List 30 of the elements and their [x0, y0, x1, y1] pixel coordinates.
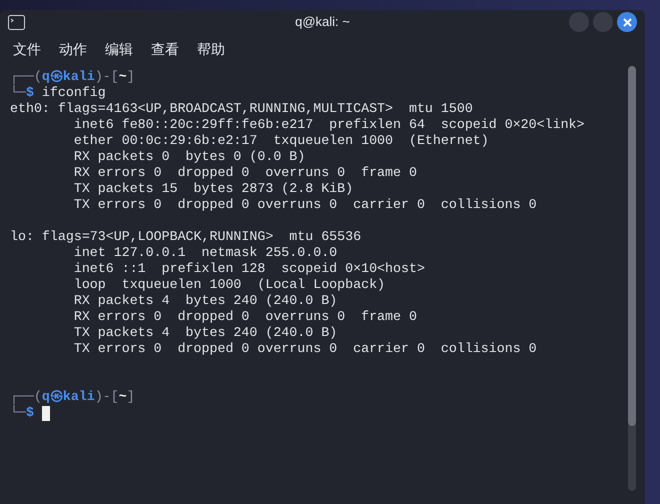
- output-line: ether 00:0c:29:6b:e2:17 txqueuelen 1000 (Ethernet): [72, 133, 489, 149]
- command-line: └─$: [10, 405, 34, 421]
- prompt-line: ┌──(q㉿kali)-[~]: [10, 389, 135, 404]
- output-line: inet6 ::1 prefixlen 128 scopeid 0×10<host>: [72, 261, 425, 277]
- menu-item[interactable]: 动作: [59, 38, 87, 60]
- window-title: q@kali: ~: [295, 13, 350, 32]
- menu-item[interactable]: 帮助: [197, 38, 225, 60]
- output-line: eth0: flags=4163<UP,BROADCAST,RUNNING,MULTICAST> mtu 1500: [10, 101, 473, 117]
- close-icon: [622, 18, 632, 26]
- output-line: TX errors 0 dropped 0 overruns 0 carrier 0 collisions 0: [72, 197, 537, 213]
- output-line: loop txqueuelen 1000 (Local Loopback): [72, 277, 386, 293]
- output-line: TX errors 0 dropped 0 overruns 0 carrier 0 collisions 0: [72, 341, 537, 357]
- output-line: RX errors 0 dropped 0 overruns 0 frame 0: [72, 309, 417, 325]
- menu-item[interactable]: 查看: [151, 38, 179, 60]
- output-line: inet6 fe80::20c:29ff:fe6b:e217 prefixlen 64 scopeid 0×20<link>: [72, 117, 585, 133]
- output-line: RX packets 0 bytes 0 (0.0 B): [72, 149, 306, 165]
- minimize-button[interactable]: [569, 12, 589, 32]
- output-line: lo: flags=73<UP,LOOPBACK,RUNNING> mtu 65536: [10, 229, 362, 245]
- scrollbar-thumb[interactable]: [628, 66, 636, 426]
- output-line: TX packets 15 bytes 2873 (2.8 KiB): [72, 181, 354, 197]
- output-line: RX packets 4 bytes 240 (240.0 B): [72, 293, 338, 309]
- menu-item[interactable]: 编辑: [105, 38, 133, 60]
- prompt-line: ┌──(q㉿kali)-[~]: [10, 69, 135, 84]
- output-line: inet 127.0.0.1 netmask 255.0.0.0: [72, 245, 338, 261]
- terminal-icon: [8, 14, 25, 30]
- output-line: TX packets 4 bytes 240 (240.0 B): [72, 325, 338, 341]
- output-line: RX errors 0 dropped 0 overruns 0 frame 0: [72, 165, 417, 181]
- menu-item[interactable]: 文件: [13, 38, 41, 60]
- close-button[interactable]: [617, 12, 637, 32]
- command-line: └─$ ifconfig: [10, 85, 106, 101]
